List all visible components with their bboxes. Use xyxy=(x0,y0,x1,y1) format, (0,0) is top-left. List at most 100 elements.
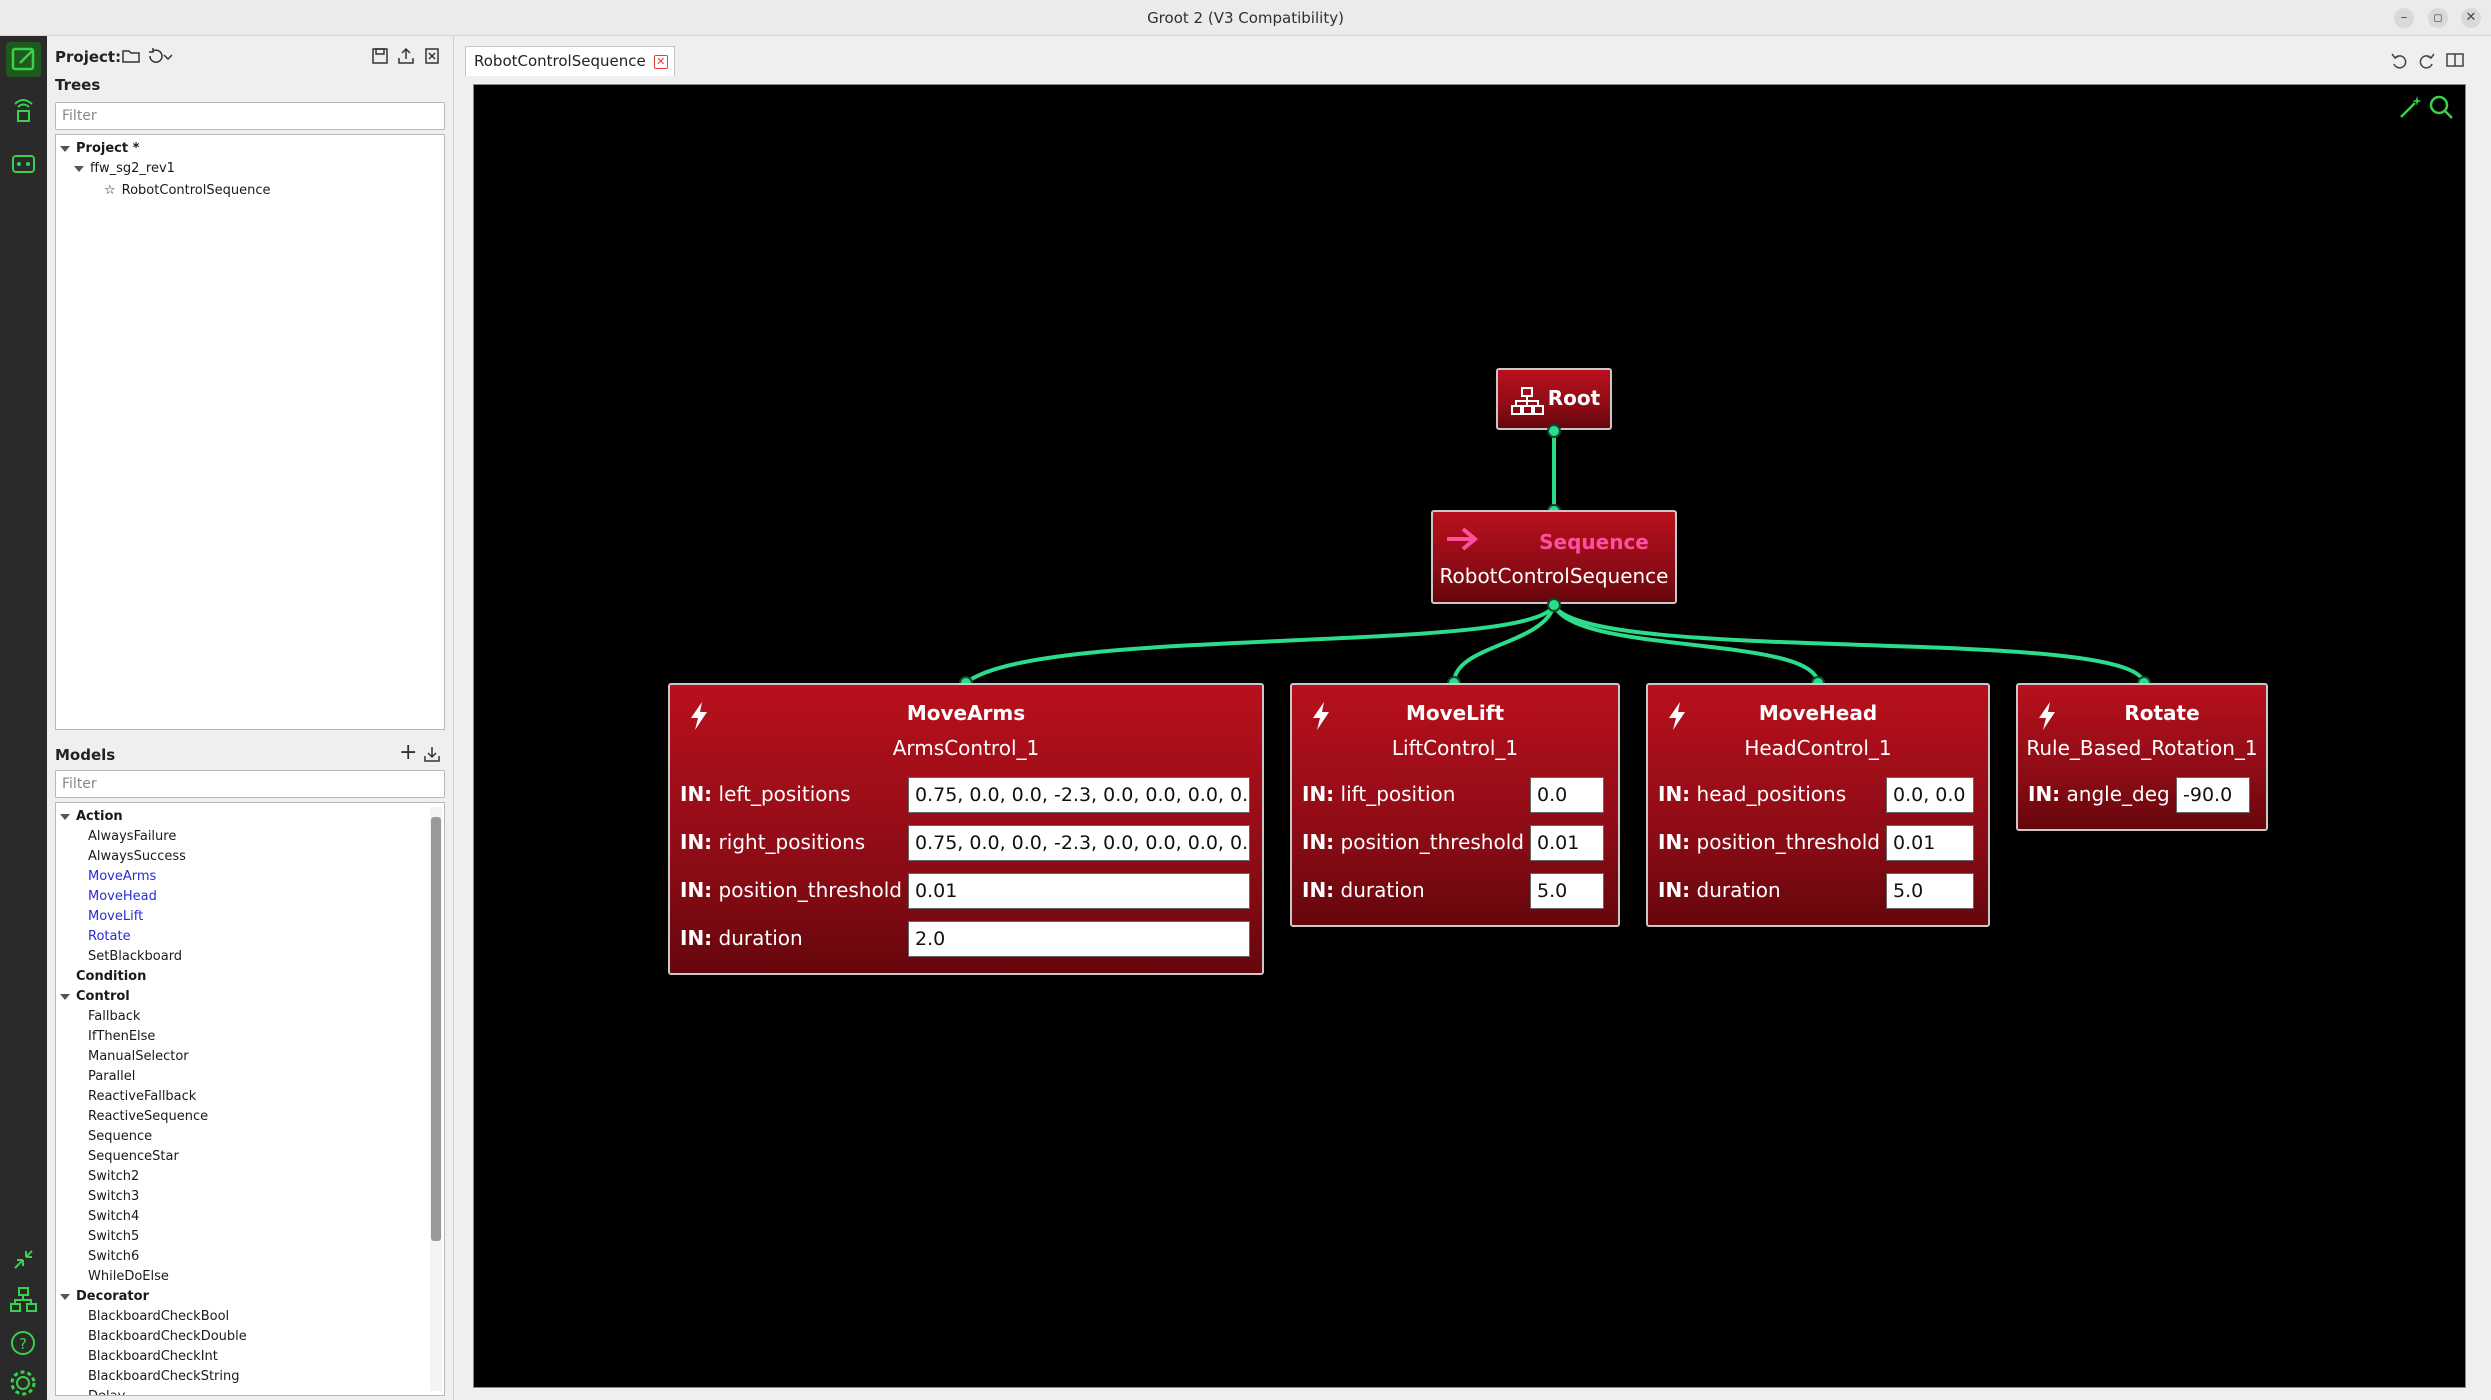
caret-down-icon xyxy=(60,1293,70,1300)
monitor-mode-button[interactable] xyxy=(6,92,41,127)
model-item[interactable]: Switch2 xyxy=(88,1169,139,1184)
model-item[interactable]: AlwaysFailure xyxy=(88,829,176,844)
node-movearms-name: ArmsControl_1 xyxy=(892,736,1040,760)
trees-filter-input[interactable]: Filter xyxy=(55,102,445,130)
tab-close-icon[interactable]: ✕ xyxy=(653,55,668,69)
tree-canvas[interactable]: Root Sequence RobotControlSequence MoveA… xyxy=(473,84,2466,1388)
open-folder-icon[interactable] xyxy=(121,46,141,66)
recent-history-icon[interactable] xyxy=(145,46,165,66)
port-duration-input[interactable]: 2.0 xyxy=(908,921,1250,957)
node-rotate[interactable]: Rotate Rule_Based_Rotation_1 IN: angle_d… xyxy=(2016,683,2268,831)
collapse-button[interactable] xyxy=(6,1242,41,1277)
port-left-positions-input[interactable]: 0.75, 0.0, 0.0, -2.3, 0.0, 0.0, 0.0, 0.0 xyxy=(908,777,1250,813)
model-item[interactable]: Switch6 xyxy=(88,1249,139,1264)
model-item[interactable]: SetBlackboard xyxy=(88,949,182,964)
port-root-out[interactable] xyxy=(1547,424,1561,438)
tab-robotcontrolsequence[interactable]: RobotControlSequence ✕ xyxy=(465,46,675,76)
models-scrollbar-thumb[interactable] xyxy=(431,817,441,1241)
model-item[interactable]: WhileDoElse xyxy=(88,1269,169,1284)
model-item[interactable]: Rotate xyxy=(88,929,131,944)
model-item[interactable]: SequenceStar xyxy=(88,1149,179,1164)
editor-mode-button[interactable] xyxy=(6,42,41,77)
model-item[interactable]: Sequence xyxy=(88,1129,152,1144)
log-mode-button[interactable] xyxy=(6,146,41,181)
help-button[interactable]: ? xyxy=(6,1326,41,1361)
settings-button[interactable] xyxy=(6,1366,41,1400)
export-icon[interactable] xyxy=(396,46,416,66)
model-group[interactable]: Condition xyxy=(60,969,146,984)
port-position-threshold-input[interactable]: 0.01 xyxy=(1886,825,1974,861)
model-item[interactable]: Parallel xyxy=(88,1069,135,1084)
model-item[interactable]: Delay xyxy=(88,1389,125,1395)
node-movearms[interactable]: MoveArms ArmsControl_1 IN: left_position… xyxy=(668,683,1264,975)
model-item[interactable]: BlackboardCheckDouble xyxy=(88,1329,247,1344)
model-item[interactable]: MoveArms xyxy=(88,869,156,884)
port-position-threshold-input[interactable]: 0.01 xyxy=(908,873,1250,909)
model-item[interactable]: Switch3 xyxy=(88,1189,139,1204)
edge-sequence-movearms xyxy=(964,603,1556,685)
robot-icon xyxy=(12,155,35,173)
model-item[interactable]: Fallback xyxy=(88,1009,140,1024)
node-sequence-title: Sequence xyxy=(1539,530,1649,554)
model-group[interactable]: Action xyxy=(60,809,123,824)
port-angle-deg-input[interactable]: -90.0 xyxy=(2176,777,2250,813)
node-movehead-name: HeadControl_1 xyxy=(1744,736,1892,760)
model-group[interactable]: Decorator xyxy=(60,1289,149,1304)
tree-item-robotcontrolsequence[interactable]: ☆ RobotControlSequence xyxy=(104,183,270,198)
close-project-icon[interactable] xyxy=(422,46,442,66)
model-item[interactable]: Switch5 xyxy=(88,1229,139,1244)
port-row-label: IN: left_positions xyxy=(680,782,851,806)
split-view-icon[interactable] xyxy=(2445,50,2465,70)
model-item[interactable]: MoveHead xyxy=(88,889,157,904)
import-models-icon[interactable] xyxy=(422,744,442,764)
trees-view: Project * ffw_sg2_rev1 ☆ RobotControlSequ… xyxy=(55,134,445,730)
port-row-label: IN: head_positions xyxy=(1658,782,1847,806)
node-sequence[interactable]: Sequence RobotControlSequence xyxy=(1431,510,1677,604)
models-scrollbar[interactable] xyxy=(430,807,442,1391)
model-item[interactable]: MoveLift xyxy=(88,909,143,924)
models-filter-input[interactable]: Filter xyxy=(55,770,445,798)
port-row-label: IN: position_threshold xyxy=(1302,830,1524,854)
tree-project-node[interactable]: Project * xyxy=(60,141,139,156)
save-project-icon[interactable] xyxy=(370,46,390,66)
tree-file-node[interactable]: ffw_sg2_rev1 xyxy=(74,161,175,176)
model-group[interactable]: Control xyxy=(60,989,130,1004)
port-right-positions-input[interactable]: 0.75, 0.0, 0.0, -2.3, 0.0, 0.0, 0.0, 0.0 xyxy=(908,825,1250,861)
model-item[interactable]: ManualSelector xyxy=(88,1049,189,1064)
node-movehead[interactable]: MoveHead HeadControl_1 IN: head_position… xyxy=(1646,683,1990,927)
tree-layout-icon xyxy=(10,1287,37,1312)
model-item[interactable]: AlwaysSuccess xyxy=(88,849,186,864)
node-root[interactable]: Root xyxy=(1496,368,1612,430)
star-icon: ☆ xyxy=(104,183,116,198)
port-row-label: IN: lift_position xyxy=(1302,782,1456,806)
model-item[interactable]: BlackboardCheckInt xyxy=(88,1349,218,1364)
maximize-button[interactable]: ◻ xyxy=(2428,8,2448,28)
model-item[interactable]: BlackboardCheckString xyxy=(88,1369,240,1384)
search-icon[interactable] xyxy=(2427,93,2455,121)
node-rotate-name: Rule_Based_Rotation_1 xyxy=(2026,736,2258,760)
model-item[interactable]: BlackboardCheckBool xyxy=(88,1309,229,1324)
node-sequence-name: RobotControlSequence xyxy=(1439,564,1669,588)
port-lift-position-input[interactable]: 0.0 xyxy=(1530,777,1604,813)
port-sequence-out[interactable] xyxy=(1547,598,1561,612)
model-item[interactable]: ReactiveFallback xyxy=(88,1089,196,1104)
redo-icon[interactable] xyxy=(2417,50,2437,70)
port-head-positions-input[interactable]: 0.0, 0.0 xyxy=(1886,777,1974,813)
model-item[interactable]: Switch4 xyxy=(88,1209,139,1224)
port-duration-input[interactable]: 5.0 xyxy=(1886,873,1974,909)
close-window-button[interactable]: ✕ xyxy=(2461,8,2481,28)
add-model-icon[interactable]: + xyxy=(399,740,417,765)
model-item[interactable]: ReactiveSequence xyxy=(88,1109,208,1124)
port-position-threshold-input[interactable]: 0.01 xyxy=(1530,825,1604,861)
port-duration-input[interactable]: 5.0 xyxy=(1530,873,1604,909)
node-movelift[interactable]: MoveLift LiftControl_1 IN: lift_position… xyxy=(1290,683,1620,927)
model-item[interactable]: IfThenElse xyxy=(88,1029,155,1044)
magic-wand-icon[interactable] xyxy=(2397,93,2425,121)
gear-icon xyxy=(10,1370,36,1396)
caret-down-icon xyxy=(60,813,70,820)
chevron-down-icon[interactable] xyxy=(163,46,173,66)
minimize-button[interactable]: – xyxy=(2394,8,2414,28)
port-row-label: IN: position_threshold xyxy=(680,878,902,902)
layout-tree-button[interactable] xyxy=(6,1282,41,1317)
undo-icon[interactable] xyxy=(2389,50,2409,70)
